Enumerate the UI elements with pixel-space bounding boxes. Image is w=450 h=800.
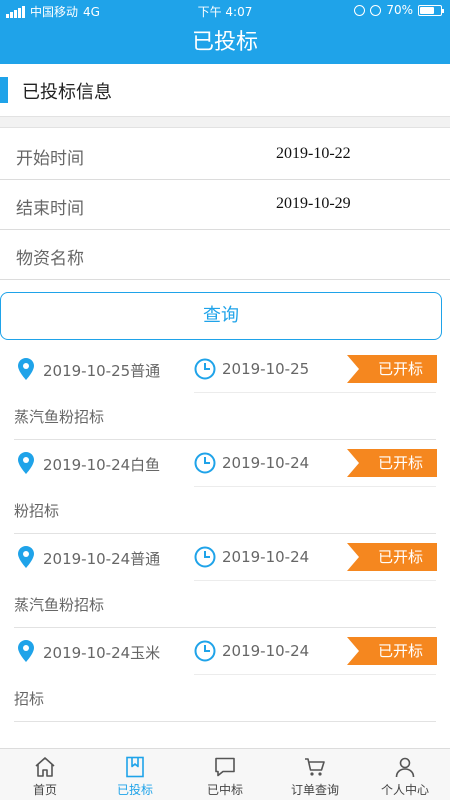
section-divider (0, 116, 450, 128)
chat-icon (215, 757, 235, 777)
item-divider (194, 580, 436, 581)
clock-icon (194, 640, 216, 662)
section-title: 已投标信息 (22, 82, 112, 103)
location-pin-icon (18, 358, 34, 380)
bid-name: 招标 (14, 690, 45, 708)
bid-time: 2019-10-24 (222, 548, 310, 566)
battery-fill (420, 6, 434, 14)
clock-icon (194, 452, 216, 474)
clock-icon (194, 358, 216, 380)
tab-bidded[interactable]: 已投标 (90, 749, 180, 800)
item-divider (194, 486, 436, 487)
location-pin-icon (18, 546, 34, 568)
tab-profile-label: 个人中心 (380, 783, 429, 797)
bid-name: 粉招标 (14, 502, 60, 520)
tab-won[interactable]: 已中标 (180, 749, 270, 800)
status-badge: 已开标 (347, 449, 437, 477)
section-accent-bar (0, 77, 8, 103)
tab-bidded-label: 已投标 (116, 783, 153, 797)
section-header: 已投标信息 (0, 66, 450, 116)
location-pin-icon (18, 452, 34, 474)
bid-location: 2019-10-24普通 (43, 550, 161, 568)
bid-time: 2019-10-25 (222, 360, 310, 378)
clock-icon (194, 546, 216, 568)
bid-location: 2019-10-24白鱼 (43, 456, 161, 474)
item-divider (194, 674, 436, 675)
tab-home-label: 首页 (32, 783, 57, 797)
user-icon (395, 757, 415, 778)
status-right: 70% (354, 3, 444, 17)
bid-list: 2019-10-25普通 2019-10-25 已开标 蒸汽鱼粉招标 2019-… (0, 346, 450, 722)
status-badge: 已开标 (347, 355, 437, 383)
orientation-lock-icon (370, 4, 382, 16)
bid-item[interactable]: 2019-10-25普通 2019-10-25 已开标 蒸汽鱼粉招标 (14, 346, 437, 440)
bid-name: 蒸汽鱼粉招标 (14, 596, 105, 614)
tab-orders-label: 订单查询 (290, 783, 339, 797)
start-date-value[interactable]: 2019-10-22 (276, 145, 351, 163)
tab-bar: 首页 已投标 已中标 订单查询 个人中心 (0, 748, 450, 800)
status-bar: 中国移动 4G 下午 4:07 70% (0, 0, 450, 22)
tab-home[interactable]: 首页 (0, 749, 90, 800)
bid-name: 蒸汽鱼粉招标 (14, 408, 105, 426)
tab-orders[interactable]: 订单查询 (270, 749, 360, 800)
bid-item[interactable]: 2019-10-24普通 2019-10-24 已开标 蒸汽鱼粉招标 (14, 534, 437, 628)
bid-time: 2019-10-24 (222, 642, 310, 660)
status-badge: 已开标 (347, 543, 437, 571)
bid-location: 2019-10-24玉米 (43, 644, 161, 662)
tab-won-label: 已中标 (206, 783, 243, 797)
battery-percent: 70% (386, 3, 413, 17)
start-date-label: 开始时间 (16, 149, 84, 169)
item-divider (194, 392, 436, 393)
bid-item[interactable]: 2019-10-24白鱼 2019-10-24 已开标 粉招标 (14, 440, 437, 534)
end-date-label: 结束时间 (16, 199, 84, 219)
query-button[interactable]: 查询 (0, 292, 442, 340)
cart-icon (305, 758, 325, 776)
status-badge: 已开标 (347, 637, 437, 665)
bookmark-icon (126, 756, 144, 778)
material-name-field[interactable]: 物资名称 (0, 230, 450, 280)
start-date-field[interactable]: 开始时间 2019-10-22 (0, 130, 450, 180)
tab-profile[interactable]: 个人中心 (360, 749, 450, 800)
end-date-value[interactable]: 2019-10-29 (276, 195, 351, 213)
bid-item[interactable]: 2019-10-24玉米 2019-10-24 已开标 招标 (14, 628, 437, 722)
nav-title: 已投标 (0, 22, 450, 64)
alarm-icon (354, 4, 366, 16)
bid-time: 2019-10-24 (222, 454, 310, 472)
location-pin-icon (18, 640, 34, 662)
battery-icon (418, 4, 444, 16)
material-name-label: 物资名称 (16, 249, 84, 269)
home-icon (35, 757, 55, 777)
bid-location: 2019-10-25普通 (43, 362, 161, 380)
end-date-field[interactable]: 结束时间 2019-10-29 (0, 180, 450, 230)
